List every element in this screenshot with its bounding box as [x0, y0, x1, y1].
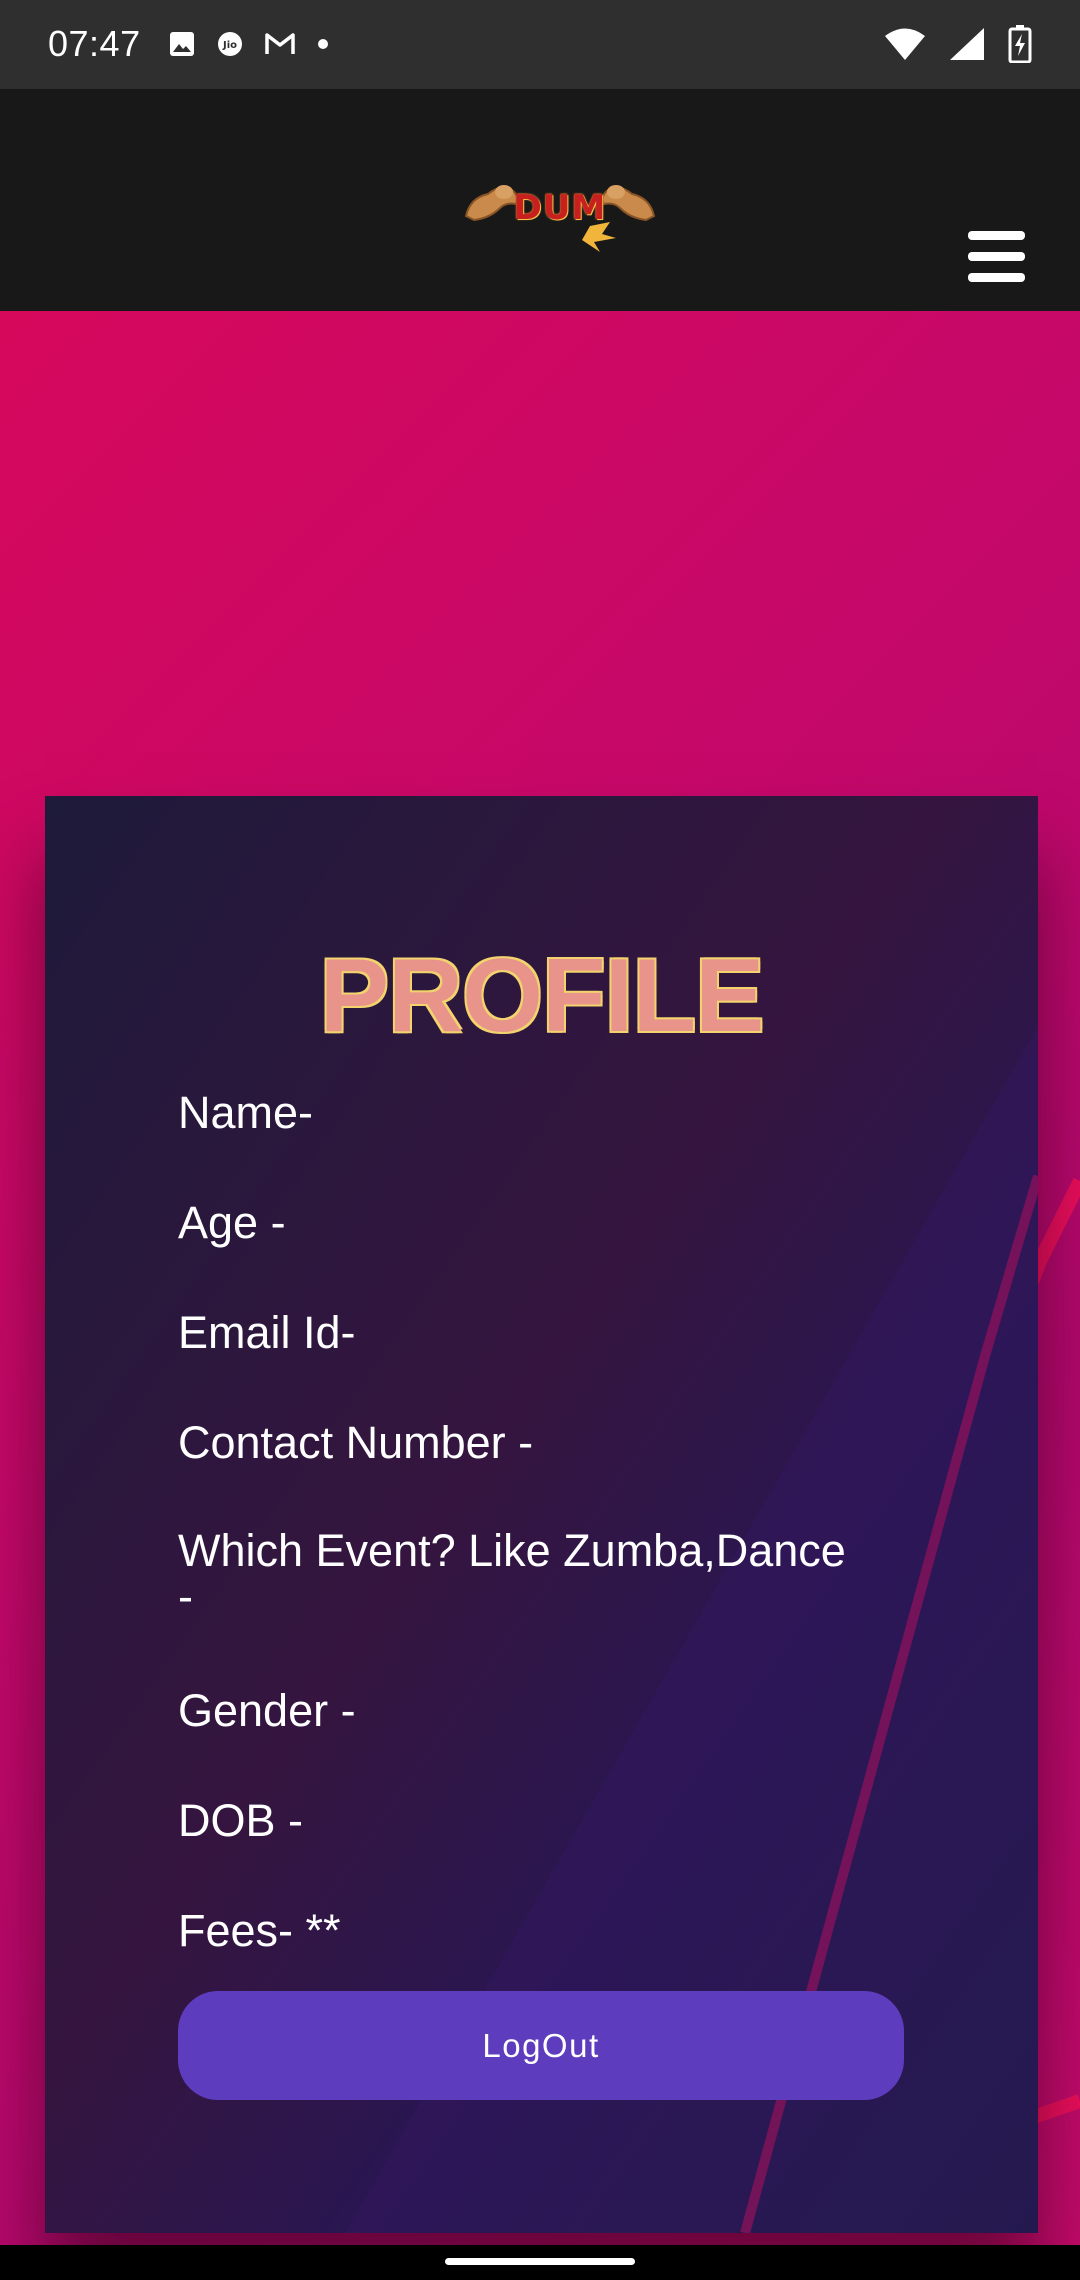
dot-icon [318, 39, 328, 49]
signal-icon [950, 28, 984, 60]
jio-icon: Jio [218, 32, 242, 56]
app-header: DUM [0, 89, 1080, 311]
home-indicator[interactable] [445, 2258, 635, 2265]
svg-text:Jio: Jio [222, 40, 237, 51]
notification-icons: Jio [168, 26, 330, 62]
fees-field: Fees- ** [178, 1905, 341, 1956]
system-icons [884, 24, 1032, 64]
status-time: 07:47 [48, 23, 141, 64]
gallery-icon [170, 32, 194, 56]
page-background: PROFILE Name- Age - Email Id- Contact Nu… [0, 311, 1080, 2245]
contact-number-field: Contact Number - [178, 1417, 534, 1468]
logout-button[interactable]: LogOut [178, 1991, 904, 2100]
name-field: Name- [178, 1087, 314, 1138]
wifi-icon [885, 28, 925, 60]
battery-charging-icon [1008, 25, 1032, 63]
hamburger-menu-button[interactable] [966, 229, 1028, 285]
status-bar: 07:47 Jio [0, 0, 1080, 89]
email-field: Email Id- [178, 1307, 356, 1358]
gender-field: Gender - [178, 1685, 356, 1736]
page-title: PROFILE [319, 938, 765, 1054]
app-logo[interactable]: DUM [460, 164, 660, 256]
logo-text: DUM [513, 188, 607, 228]
age-field: Age - [178, 1197, 286, 1248]
hamburger-menu-icon [968, 231, 1025, 282]
event-field: Which Event? Like Zumba,Dance - [178, 1525, 846, 1622]
gmail-icon [265, 33, 295, 54]
navigation-bar [0, 2245, 1080, 2280]
dob-field: DOB - [178, 1795, 304, 1846]
profile-card: PROFILE Name- Age - Email Id- Contact Nu… [45, 796, 1038, 2233]
